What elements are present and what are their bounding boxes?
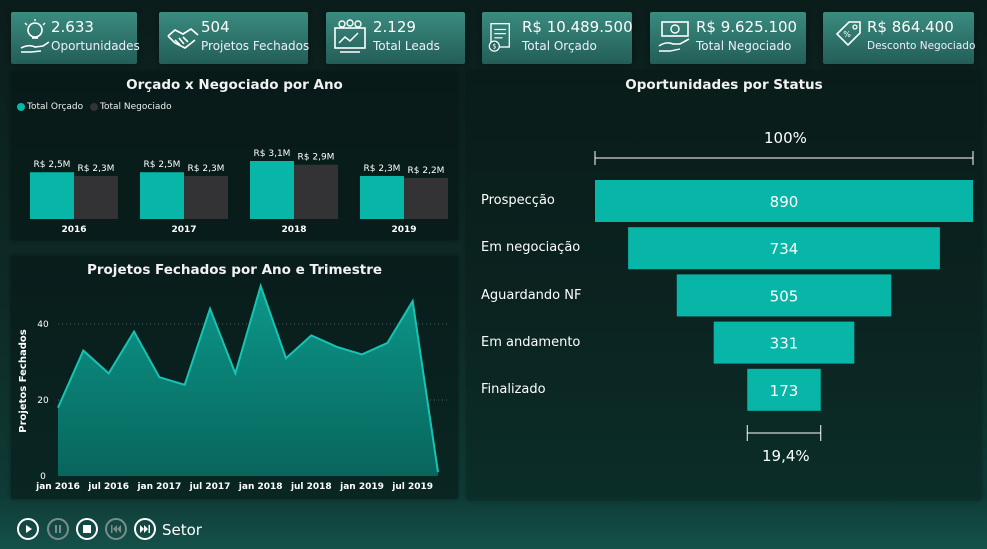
bar-data-label: R$ 2,3M (364, 164, 401, 174)
kpi-value: 2.129 (373, 18, 416, 36)
kpi-desconto-negociado[interactable]: % R$ 864.400 Desconto Negociado (823, 12, 976, 64)
pause-button[interactable] (47, 518, 69, 540)
next-button[interactable] (134, 518, 156, 540)
play-icon (26, 525, 32, 533)
skip-forward-icon (140, 525, 150, 533)
kpi-projetos-fechados[interactable]: 504 Projetos Fechados (159, 12, 310, 64)
discount-tag-icon: % (835, 21, 861, 47)
x-tick-label: 2016 (61, 225, 86, 235)
money-hand-icon (658, 21, 690, 52)
bar-orcado (30, 172, 74, 219)
bar-data-label: R$ 3,1M (254, 149, 291, 159)
stop-icon (83, 525, 91, 533)
kpi-label: Oportunidades (51, 39, 140, 53)
y-tick-label: 40 (37, 320, 49, 330)
previous-button[interactable] (105, 518, 127, 540)
x-tick-label: jul 2016 (87, 482, 129, 492)
svg-text:$: $ (492, 43, 496, 51)
svg-text:%: % (843, 30, 851, 39)
bar-orcado (360, 175, 404, 219)
kpi-value: 504 (201, 18, 230, 36)
bar-data-label: R$ 2,3M (78, 164, 115, 174)
x-tick-label: jul 2018 (290, 482, 332, 492)
bar-orcado (140, 172, 184, 219)
kpi-label: Total Leads (373, 39, 440, 53)
x-tick-label: jan 2018 (238, 482, 283, 492)
budget-document-icon: $ (488, 23, 510, 52)
bar-negociado (74, 175, 118, 219)
leads-board-icon (334, 19, 366, 53)
y-axis-label: Projetos Fechados (18, 329, 29, 432)
funnel-label-finalizado: Finalizado (481, 382, 546, 397)
x-tick-label: jan 2017 (136, 482, 181, 492)
x-tick-label: 2017 (171, 225, 196, 235)
bar-data-label: R$ 2,2M (408, 166, 445, 176)
bar-data-label: R$ 2,5M (34, 160, 71, 170)
x-tick-label: 2018 (281, 225, 306, 235)
line-chart-panel: Projetos Fechados por Ano e Trimestre 02… (11, 256, 458, 499)
kpi-total-orcado[interactable]: $ R$ 10.489.500 Total Orçado (482, 12, 633, 64)
bar-orcado (250, 161, 294, 219)
play-axis-label: Setor (162, 521, 202, 539)
funnel-label-em-andamento: Em andamento (481, 335, 581, 350)
funnel-label-em-negociacao: Em negociação (481, 240, 581, 255)
kpi-value: R$ 864.400 (867, 18, 954, 36)
line-chart: 0 20 40 jan 2016 jul 2016 jan 2017 jul 2017 jan… (18, 282, 448, 492)
kpi-oportunidades[interactable]: 2.633 Oportunidades (11, 12, 140, 64)
x-tick-label: jul 2019 (391, 482, 433, 492)
bar-data-label: R$ 2,3M (188, 164, 225, 174)
handshake-icon (167, 27, 199, 49)
bar-chart: R$ 2,5M R$ 2,3M 2016 R$ 2,5M R$ 2,3M 2017 R$ 3… (30, 149, 448, 235)
funnel-panel: Oportunidades por Status (467, 72, 981, 500)
x-tick-label: jan 2019 (339, 482, 384, 492)
area-fill (58, 286, 438, 476)
kpi-label: Projetos Fechados (201, 39, 310, 53)
bar-data-label: R$ 2,5M (144, 160, 181, 170)
funnel-bottom-pct: 19,4% (762, 447, 810, 465)
play-button[interactable] (17, 518, 39, 540)
kpi-total-leads[interactable]: 2.129 Total Leads (326, 12, 465, 64)
kpi-value: R$ 9.625.100 (696, 18, 798, 36)
kpi-value: 2.633 (51, 18, 94, 36)
x-tick-label: jul 2017 (189, 482, 231, 492)
bar-data-label: R$ 2,9M (298, 153, 335, 163)
kpi-label: Total Negociado (696, 39, 792, 53)
x-tick-label: jan 2016 (35, 482, 80, 492)
skip-back-icon (111, 525, 121, 533)
y-tick-label: 0 (40, 472, 46, 482)
bar-negociado (404, 177, 448, 219)
kpi-total-negociado[interactable]: R$ 9.625.100 Total Negociado (650, 12, 806, 64)
kpi-label: Total Orçado (522, 39, 597, 53)
funnel-label-aguardando-nf: Aguardando NF (481, 288, 582, 303)
bar-negociado (294, 164, 338, 219)
x-tick-label: 2019 (391, 225, 416, 235)
pause-icon (55, 525, 61, 533)
funnel-title: Oportunidades por Status (625, 77, 823, 93)
lightbulb-hand-icon (20, 19, 50, 53)
bar-chart-panel: Orçado x Negociado por Ano Total Orçado … (11, 72, 458, 240)
kpi-value: R$ 10.489.500 (522, 18, 633, 36)
funnel-top-pct: 100% (764, 129, 807, 147)
stop-button[interactable] (76, 518, 98, 540)
bar-negociado (184, 175, 228, 219)
kpi-label: Desconto Negociado (867, 40, 976, 52)
y-tick-label: 20 (37, 396, 49, 406)
funnel-label-prospeccao: Prospecção (481, 193, 555, 208)
